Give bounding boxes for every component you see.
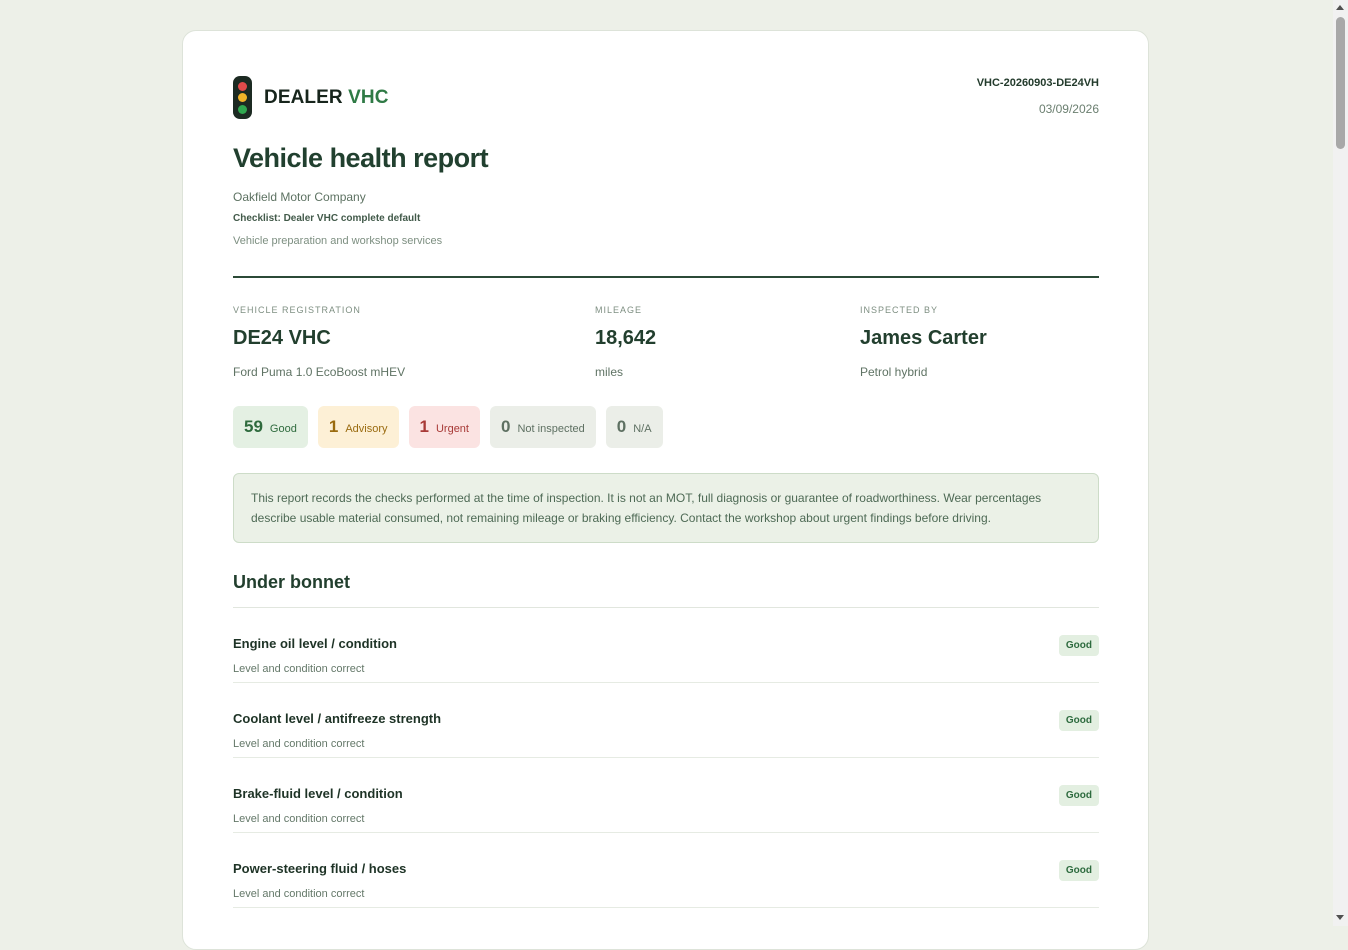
- report-id: VHC-20260903-DE24VH: [976, 77, 1099, 89]
- count-number: 59: [244, 417, 263, 436]
- check-item-note: Level and condition correct: [233, 663, 365, 675]
- registration-label: Vehicle registration: [233, 305, 361, 315]
- status-badge: Good: [1058, 785, 1099, 806]
- count-na: 0 N/A: [605, 406, 663, 448]
- mileage-label: Mileage: [595, 305, 643, 315]
- count-number: 0: [616, 417, 627, 436]
- company-name: Oakfield Motor Company: [233, 190, 366, 204]
- header-divider: [233, 276, 1099, 278]
- vertical-scrollbar[interactable]: [1333, 0, 1348, 926]
- check-item-name: Engine oil level / condition: [233, 636, 397, 651]
- mileage-unit: miles: [595, 365, 624, 379]
- vehicle-model: Ford Puma 1.0 EcoBoost mHEV: [233, 365, 406, 379]
- registration-value: DE24 VHC: [233, 327, 331, 349]
- report-card: DEALER VHC VHC-20260903-DE24VH 03/09/202…: [182, 30, 1149, 950]
- check-list: Engine oil level / condition Level and c…: [233, 608, 1099, 908]
- brand-logo: DEALER VHC: [233, 76, 389, 119]
- check-item-name: Brake-fluid level / condition: [233, 786, 403, 801]
- check-item: Engine oil level / condition Level and c…: [233, 608, 1099, 683]
- status-badge: Good: [1058, 635, 1099, 656]
- red-light-dot: [238, 81, 247, 91]
- count-number: 0: [501, 417, 511, 436]
- count-number: 1: [419, 417, 429, 436]
- report-date: 03/09/2026: [1038, 102, 1099, 116]
- check-item-note: Level and condition correct: [233, 813, 365, 825]
- count-good: 59 Good: [233, 406, 308, 448]
- section-title: Under bonnet: [233, 572, 350, 592]
- mileage-block: Mileage 18,642 miles: [595, 305, 656, 379]
- page-title: Vehicle health report: [233, 143, 489, 173]
- status-badge: Good: [1058, 710, 1099, 731]
- status-badge: Good: [1058, 860, 1099, 881]
- fuel-type: Petrol hybrid: [860, 365, 928, 379]
- brand-name-accent: VHC: [348, 86, 389, 108]
- disclaimer-notice: This report records the checks performed…: [233, 473, 1099, 543]
- check-item-name: Power-steering fluid / hoses: [233, 861, 407, 876]
- amber-light-dot: [238, 93, 247, 102]
- vehicle-registration-block: Vehicle registration DE24 VHC Ford Puma …: [233, 305, 405, 379]
- checklist-name: Checklist: Dealer VHC complete default: [233, 213, 421, 224]
- brand-name: DEALER VHC: [264, 87, 389, 109]
- inspector-label: Inspected by: [860, 305, 939, 315]
- scroll-down-arrow-icon[interactable]: [1336, 915, 1344, 920]
- brand-name-main: DEALER: [264, 86, 343, 108]
- count-label: N/A: [633, 422, 652, 435]
- scrollbar-thumb[interactable]: [1336, 17, 1345, 149]
- check-item-name: Coolant level / antifreeze strength: [233, 711, 442, 726]
- mileage-value: 18,642: [595, 327, 657, 349]
- check-item-note: Level and condition correct: [233, 888, 365, 900]
- green-light-dot: [238, 104, 247, 114]
- inspector-block: Inspected by James Carter Petrol hybrid: [860, 305, 987, 379]
- count-not-inspected: 0 Not inspected: [490, 406, 596, 448]
- count-number: 1: [328, 417, 339, 436]
- scroll-up-arrow-icon[interactable]: [1336, 5, 1344, 10]
- count-label: Good: [269, 422, 297, 435]
- count-label: Advisory: [345, 422, 388, 435]
- inspector-name: James Carter: [860, 327, 987, 349]
- status-summary: 59 Good 1 Advisory 1 Urgent 0 Not inspec…: [233, 406, 663, 448]
- check-item: Power-steering fluid / hoses Level and c…: [233, 833, 1099, 908]
- count-advisory: 1 Advisory: [317, 406, 399, 448]
- report-reference: VHC-20260903-DE24VH 03/09/2026: [977, 77, 1099, 116]
- check-item-note: Level and condition correct: [233, 738, 365, 750]
- count-label: Not inspected: [517, 422, 585, 435]
- check-item: Coolant level / antifreeze strength Leve…: [233, 683, 1099, 758]
- count-urgent: 1 Urgent: [408, 406, 480, 448]
- traffic-light-icon: [233, 76, 252, 119]
- check-item: Brake-fluid level / condition Level and …: [233, 758, 1099, 833]
- services-description: Vehicle preparation and workshop service…: [233, 235, 443, 247]
- count-label: Urgent: [435, 422, 469, 435]
